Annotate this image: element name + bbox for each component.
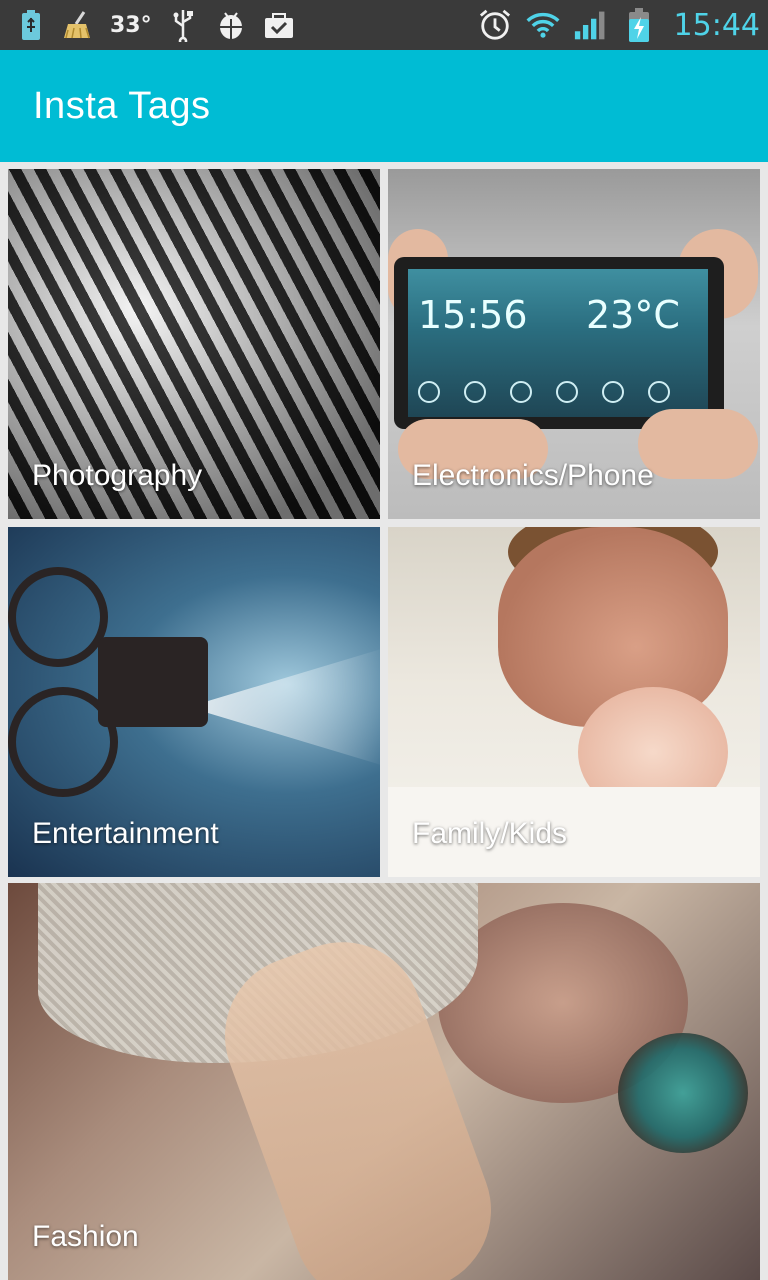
category-tile-photography[interactable]: Photography	[8, 169, 380, 519]
battery-usb-icon	[14, 8, 48, 42]
category-label: Electronics/Phone	[412, 459, 654, 492]
category-tile-family[interactable]: Family/Kids	[388, 527, 760, 877]
category-label: Fashion	[32, 1220, 139, 1253]
category-label: Photography	[32, 459, 203, 492]
category-label: Entertainment	[32, 817, 219, 850]
phone-body: 15:56 23°C	[394, 257, 724, 429]
category-label: Family/Kids	[412, 817, 568, 850]
status-bar: 33° 15:44	[0, 0, 768, 50]
clock-text: 15:44	[673, 7, 760, 43]
wifi-icon	[526, 8, 560, 42]
battery-charging-icon	[622, 8, 656, 42]
app-bar: Insta Tags	[0, 50, 768, 162]
category-tile-fashion[interactable]: Fashion	[8, 883, 760, 1280]
app-title: Insta Tags	[33, 84, 211, 127]
alarm-icon	[478, 8, 512, 42]
signal-icon	[574, 8, 608, 42]
projector-beam	[208, 647, 380, 767]
temperature-text: 33°	[110, 12, 152, 38]
category-tile-electronics[interactable]: 15:56 23°C Electronics/Phone	[388, 169, 760, 519]
usb-icon	[166, 8, 200, 42]
hand-bottom-right	[638, 409, 758, 479]
bracelet	[618, 1033, 748, 1153]
category-tile-entertainment[interactable]: Entertainment	[8, 527, 380, 877]
android-debug-icon	[214, 8, 248, 42]
projector-body	[98, 637, 208, 727]
cleaner-broom-icon	[62, 8, 96, 42]
phone-screen: 15:56 23°C	[408, 269, 708, 417]
phone-screen-temp: 23°C	[586, 293, 680, 337]
film-reel-top	[8, 567, 108, 667]
phone-screen-time: 15:56	[418, 293, 528, 337]
clipboard-check-icon	[262, 8, 296, 42]
phone-screen-icons	[418, 381, 670, 403]
